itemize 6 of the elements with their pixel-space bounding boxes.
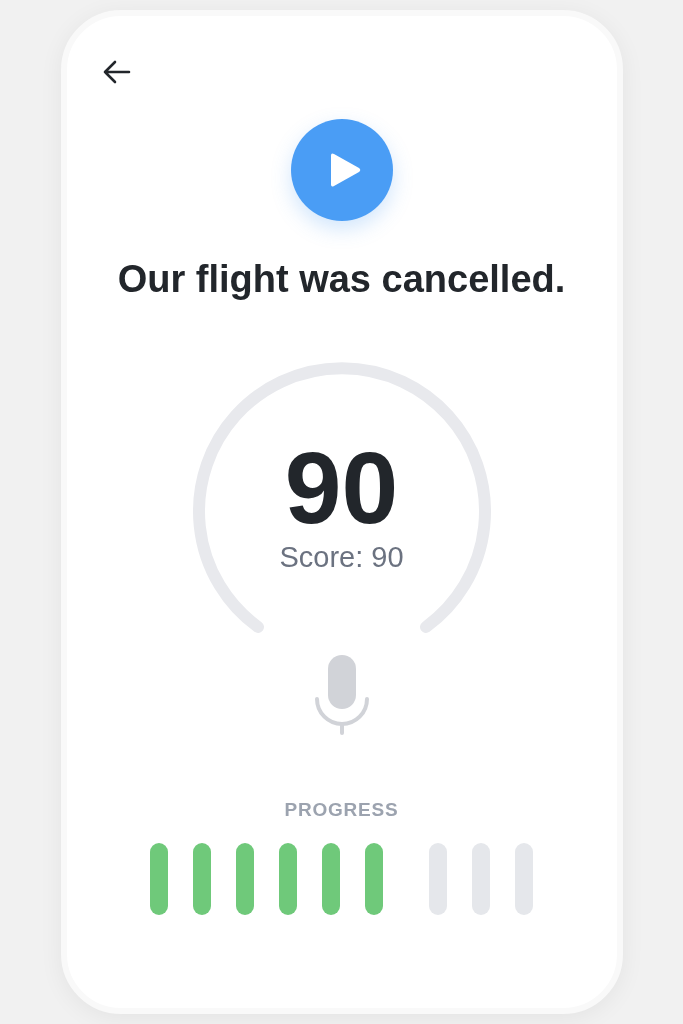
- score-label: Score: 90: [279, 543, 404, 572]
- score-value: 90: [284, 437, 399, 539]
- sentence-text: Our flight was cancelled.: [117, 257, 566, 301]
- back-arrow-icon: [102, 60, 131, 84]
- progress-label: PROGRESS: [284, 800, 399, 819]
- microphone-icon[interactable]: [313, 655, 370, 735]
